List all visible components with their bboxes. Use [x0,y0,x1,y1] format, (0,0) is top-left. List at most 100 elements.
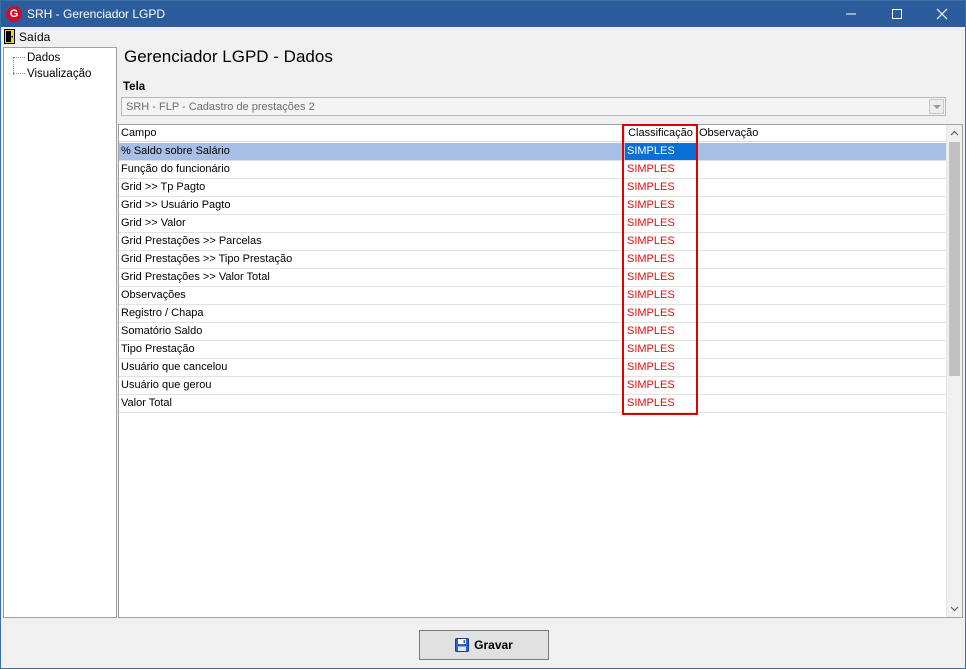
scrollbar-thumb[interactable] [949,142,960,376]
cell-campo[interactable]: Usuário que gerou [121,377,624,394]
fields-grid[interactable]: Campo Classificação Observação % Saldo s… [118,124,963,618]
cell-classificacao[interactable]: SIMPLES [625,179,697,196]
cell-classificacao[interactable]: SIMPLES [625,233,697,250]
cell-campo[interactable]: Registro / Chapa [121,305,624,322]
table-row[interactable]: Usuário que gerou SIMPLES [119,377,948,395]
maximize-button[interactable] [874,1,920,27]
minimize-button[interactable] [828,1,874,27]
table-row[interactable]: Grid >> Tp Pagto SIMPLES [119,179,948,197]
cell-observacao[interactable] [697,197,947,214]
cell-classificacao[interactable]: SIMPLES [625,269,697,286]
column-header-classificacao[interactable]: Classificação [625,125,697,142]
cell-observacao[interactable] [697,179,947,196]
chevron-down-icon [950,606,959,612]
tree-item-label: Dados [27,51,61,64]
menu-bar: Saída [1,27,965,46]
vertical-scrollbar[interactable] [946,125,962,617]
cell-observacao[interactable] [697,287,947,304]
cell-observacao[interactable] [697,143,947,160]
table-row[interactable]: Grid Prestações >> Tipo Prestação SIMPLES [119,251,948,269]
cell-classificacao[interactable]: SIMPLES [625,143,697,160]
cell-campo[interactable]: Usuário que cancelou [121,359,624,376]
tree-branch-line [13,73,25,74]
cell-observacao[interactable] [697,269,947,286]
cell-observacao[interactable] [697,305,947,322]
cell-classificacao[interactable]: SIMPLES [625,341,697,358]
tela-select[interactable]: SRH - FLP - Cadastro de prestações 2 [121,97,946,116]
grid-rows: % Saldo sobre Salário SIMPLES Função do fu… [119,124,948,415]
cell-observacao[interactable] [697,359,947,376]
table-row[interactable]: Somatório Saldo SIMPLES [119,323,948,341]
close-button[interactable] [919,1,965,27]
cell-observacao[interactable] [697,341,947,358]
maximize-icon [892,9,902,19]
app-logo-icon: G [6,6,22,22]
grid-header: Campo Classificação Observação [119,125,948,142]
cell-observacao[interactable] [697,323,947,340]
cell-campo[interactable]: Somatório Saldo [121,323,624,340]
cell-classificacao[interactable]: SIMPLES [625,359,697,376]
scroll-down-button[interactable] [947,601,962,617]
table-row[interactable]: Grid Prestações >> Valor Total SIMPLES [119,269,948,287]
column-header-observacao[interactable]: Observação [697,125,947,142]
tree-item-label: Visualização [27,67,92,80]
minimize-icon [846,13,856,15]
cell-classificacao[interactable]: SIMPLES [625,377,697,394]
save-button[interactable]: Gravar [419,630,549,660]
cell-classificacao[interactable]: SIMPLES [625,197,697,214]
table-row[interactable]: Observações SIMPLES [119,287,948,305]
cell-observacao[interactable] [697,215,947,232]
cell-campo[interactable]: Grid Prestações >> Parcelas [121,233,624,250]
cell-campo[interactable]: Grid >> Valor [121,215,624,232]
dropdown-arrow-button[interactable] [929,99,944,114]
table-row[interactable]: Grid Prestações >> Parcelas SIMPLES [119,233,948,251]
cell-campo[interactable]: Função do funcionário [121,161,624,178]
table-row[interactable]: Tipo Prestação SIMPLES [119,341,948,359]
cell-campo[interactable]: Grid >> Tp Pagto [121,179,624,196]
close-icon [936,8,948,20]
navigation-tree[interactable]: Dados Visualização [3,47,117,618]
cell-observacao[interactable] [697,233,947,250]
cell-campo[interactable]: Valor Total [121,395,624,412]
window-title: SRH - Gerenciador LGPD [27,7,166,21]
page-title: Gerenciador LGPD - Dados [124,47,333,66]
table-row[interactable]: Função do funcionário SIMPLES [119,161,948,179]
cell-campo[interactable]: Tipo Prestação [121,341,624,358]
column-header-campo[interactable]: Campo [119,125,625,142]
cell-classificacao[interactable]: SIMPLES [625,215,697,232]
cell-campo[interactable]: Grid Prestações >> Valor Total [121,269,624,286]
cell-classificacao[interactable]: SIMPLES [625,287,697,304]
cell-classificacao[interactable]: SIMPLES [625,395,697,412]
tela-label: Tela [123,81,146,93]
cell-campo[interactable]: % Saldo sobre Salário [121,143,624,160]
menu-item-exit[interactable]: Saída [4,28,50,45]
cell-classificacao[interactable]: SIMPLES [625,161,697,178]
cell-observacao[interactable] [697,251,947,268]
cell-campo[interactable]: Observações [121,287,624,304]
tree-branch-line [13,57,25,58]
menu-exit-label: Saída [19,29,51,44]
cell-campo[interactable]: Grid >> Usuário Pagto [121,197,624,214]
tela-select-value: SRH - FLP - Cadastro de prestações 2 [126,101,315,113]
table-row[interactable]: Valor Total SIMPLES [119,395,948,413]
chevron-down-icon [933,105,941,109]
save-button-label: Gravar [474,638,513,652]
door-exit-icon [4,29,15,44]
cell-observacao[interactable] [697,395,947,412]
table-row[interactable]: Grid >> Usuário Pagto SIMPLES [119,197,948,215]
cell-classificacao[interactable]: SIMPLES [625,323,697,340]
floppy-disk-icon [455,638,470,652]
tree-item-visualizacao[interactable]: Visualização [13,66,91,81]
table-row[interactable]: Usuário que cancelou SIMPLES [119,359,948,377]
cell-classificacao[interactable]: SIMPLES [625,305,697,322]
tree-item-dados[interactable]: Dados [13,50,60,65]
table-row[interactable]: % Saldo sobre Salário SIMPLES [119,143,948,161]
cell-campo[interactable]: Grid Prestações >> Tipo Prestação [121,251,624,268]
cell-observacao[interactable] [697,161,947,178]
table-row[interactable]: Registro / Chapa SIMPLES [119,305,948,323]
cell-observacao[interactable] [697,377,947,394]
cell-classificacao[interactable]: SIMPLES [625,251,697,268]
scroll-up-button[interactable] [947,125,962,141]
title-bar[interactable]: G SRH - Gerenciador LGPD [1,1,965,27]
table-row[interactable]: Grid >> Valor SIMPLES [119,215,948,233]
